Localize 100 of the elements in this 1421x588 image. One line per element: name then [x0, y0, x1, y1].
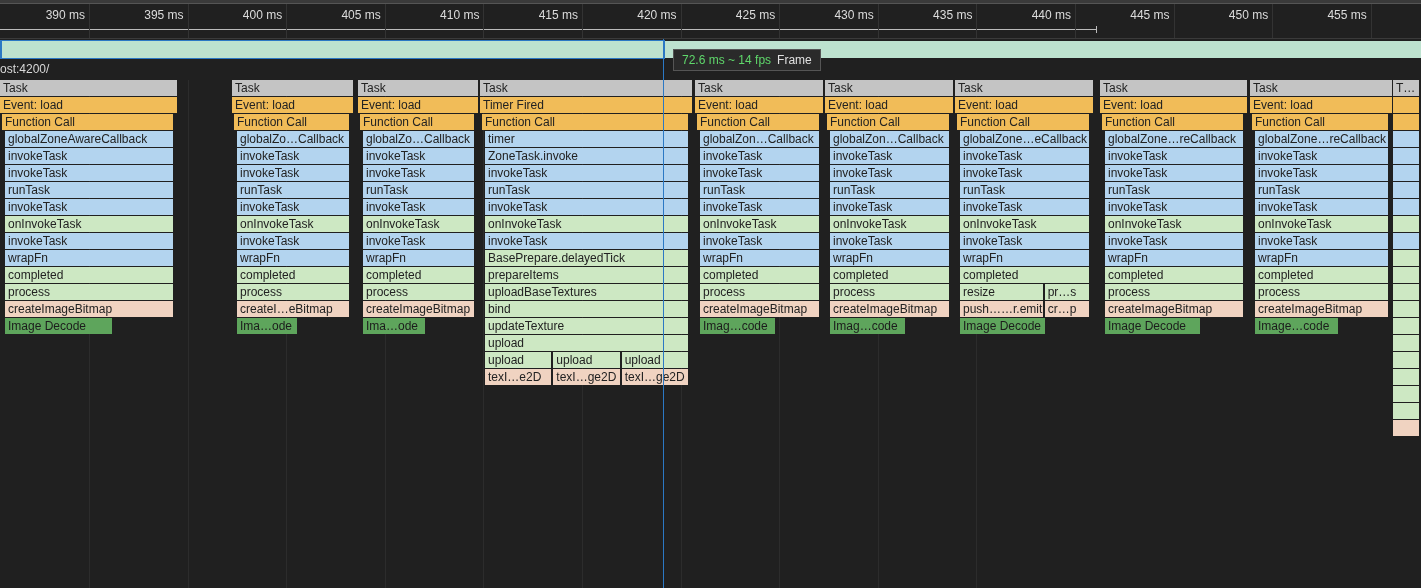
flame-bar[interactable]: Event: load — [825, 97, 953, 113]
flame-bar[interactable] — [1393, 403, 1419, 419]
flame-bar[interactable]: bind — [485, 301, 688, 317]
flame-bar[interactable]: invokeTask — [1255, 233, 1388, 249]
flame-bar[interactable]: texI…ge2D — [553, 369, 620, 385]
flame-bar[interactable]: onInvokeTask — [485, 216, 688, 232]
flame-bar[interactable]: updateTexture — [485, 318, 688, 334]
flame-bar[interactable]: pr…s — [1044, 284, 1089, 300]
flame-bar[interactable]: invokeTask — [700, 233, 819, 249]
flame-bar[interactable] — [1393, 267, 1419, 283]
flame-bar[interactable]: Event: load — [1100, 97, 1247, 113]
flame-bar[interactable]: runTask — [1255, 182, 1388, 198]
flame-bar[interactable]: upload — [485, 352, 552, 368]
flame-bar[interactable]: process — [363, 284, 474, 300]
flame-bar[interactable]: Function Call — [957, 114, 1089, 130]
flame-bar[interactable]: onInvokeTask — [237, 216, 349, 232]
flame-bar[interactable]: createImageBitmap — [830, 301, 949, 317]
flame-bar[interactable]: process — [1105, 284, 1243, 300]
flame-bar[interactable] — [1393, 335, 1419, 351]
flame-bar[interactable]: globalZo…Callback — [363, 131, 474, 147]
flame-bar[interactable]: globalZone…eCallback — [960, 131, 1089, 147]
flame-bar[interactable]: invokeTask — [363, 148, 474, 164]
flame-bar[interactable]: completed — [1255, 267, 1388, 283]
flame-bar[interactable]: invokeTask — [1105, 148, 1243, 164]
flame-bar[interactable]: runTask — [960, 182, 1089, 198]
task-bar[interactable]: Task — [480, 80, 692, 96]
flame-bar[interactable]: Event: load — [358, 97, 478, 113]
flame-bar[interactable]: wrapFn — [5, 250, 173, 266]
flame-bar[interactable]: completed — [1105, 267, 1243, 283]
flame-bar[interactable]: Ima…ode — [237, 318, 297, 334]
flame-bar[interactable]: BasePrepare.delayedTick — [485, 250, 688, 266]
flame-bar[interactable]: runTask — [1105, 182, 1243, 198]
flame-bar[interactable] — [1393, 369, 1419, 385]
flame-bar[interactable]: invokeTask — [485, 199, 688, 215]
flame-bar[interactable]: onInvokeTask — [1255, 216, 1388, 232]
flame-bar[interactable]: Timer Fired — [480, 97, 692, 113]
flame-bar[interactable] — [1393, 301, 1419, 317]
flame-bar[interactable]: invokeTask — [485, 233, 688, 249]
flame-bar[interactable]: upload — [621, 352, 688, 368]
flame-bar[interactable]: globalZoneAwareCallback — [5, 131, 173, 147]
flame-bar[interactable]: invokeTask — [960, 148, 1089, 164]
flame-bar[interactable]: runTask — [237, 182, 349, 198]
flame-bar[interactable]: Event: load — [955, 97, 1093, 113]
flame-bar[interactable]: Image Decode — [1105, 318, 1200, 334]
flame-bar[interactable]: invokeTask — [237, 233, 349, 249]
flame-bar[interactable]: globalZone…reCallback — [1255, 131, 1388, 147]
flame-bar[interactable]: Imag…code — [700, 318, 775, 334]
task-bar[interactable]: Task — [825, 80, 953, 96]
task-bar[interactable]: Task — [358, 80, 478, 96]
flame-bar[interactable]: wrapFn — [1105, 250, 1243, 266]
flame-bar[interactable]: wrapFn — [700, 250, 819, 266]
flame-bar[interactable]: onInvokeTask — [1105, 216, 1243, 232]
flame-bar[interactable]: Function Call — [827, 114, 949, 130]
flame-bar[interactable]: Image Decode — [5, 318, 112, 334]
flame-bar[interactable]: invokeTask — [237, 199, 349, 215]
flame-bar[interactable] — [1393, 420, 1419, 436]
flame-bar[interactable] — [1393, 250, 1419, 266]
flame-bar[interactable]: ZoneTask.invoke — [485, 148, 688, 164]
flame-bar[interactable]: onInvokeTask — [363, 216, 474, 232]
flame-bar[interactable] — [1393, 386, 1419, 402]
flame-bar[interactable]: globalZo…Callback — [237, 131, 349, 147]
flame-bar[interactable]: runTask — [485, 182, 688, 198]
flame-bar[interactable]: invokeTask — [1255, 199, 1388, 215]
task-bar[interactable]: Task — [695, 80, 823, 96]
flame-bar[interactable] — [1393, 114, 1419, 130]
flame-bar[interactable] — [1393, 318, 1419, 334]
flame-bar[interactable]: invokeTask — [830, 148, 949, 164]
flame-bar[interactable]: process — [830, 284, 949, 300]
flame-bar[interactable]: wrapFn — [363, 250, 474, 266]
flame-bar[interactable] — [1393, 131, 1419, 147]
flame-bar[interactable]: Event: load — [232, 97, 353, 113]
flame-bar[interactable]: onInvokeTask — [960, 216, 1089, 232]
flame-bar[interactable]: Event: load — [0, 97, 177, 113]
flame-bar[interactable]: process — [5, 284, 173, 300]
flame-bar[interactable]: runTask — [5, 182, 173, 198]
flame-bar[interactable]: globalZone…reCallback — [1105, 131, 1243, 147]
flame-bar[interactable]: Function Call — [2, 114, 173, 130]
flame-bar[interactable]: invokeTask — [830, 199, 949, 215]
flame-bar[interactable]: onInvokeTask — [5, 216, 173, 232]
flame-bar[interactable]: wrapFn — [960, 250, 1089, 266]
flame-bar[interactable]: invokeTask — [1105, 165, 1243, 181]
flame-bar[interactable]: onInvokeTask — [700, 216, 819, 232]
flame-bar[interactable]: Ima…ode — [363, 318, 425, 334]
flame-bar[interactable]: completed — [5, 267, 173, 283]
flame-bar[interactable]: completed — [363, 267, 474, 283]
flame-bar[interactable]: uploadBaseTextures — [485, 284, 688, 300]
flame-bar[interactable] — [1393, 97, 1419, 113]
task-bar[interactable]: Task — [1100, 80, 1247, 96]
flame-bar[interactable]: onInvokeTask — [830, 216, 949, 232]
flame-bar[interactable]: invokeTask — [700, 199, 819, 215]
flame-bar[interactable]: invokeTask — [830, 165, 949, 181]
flame-bar[interactable]: runTask — [700, 182, 819, 198]
flame-bar[interactable]: completed — [960, 267, 1089, 283]
flame-bar[interactable]: wrapFn — [237, 250, 349, 266]
flame-bar[interactable]: invokeTask — [1105, 199, 1243, 215]
flame-bar[interactable]: createImageBitmap — [363, 301, 474, 317]
flame-bar[interactable]: completed — [237, 267, 349, 283]
flame-bar[interactable]: upload — [553, 352, 620, 368]
flame-bar[interactable]: invokeTask — [1105, 233, 1243, 249]
flame-bar[interactable]: invokeTask — [1255, 165, 1388, 181]
